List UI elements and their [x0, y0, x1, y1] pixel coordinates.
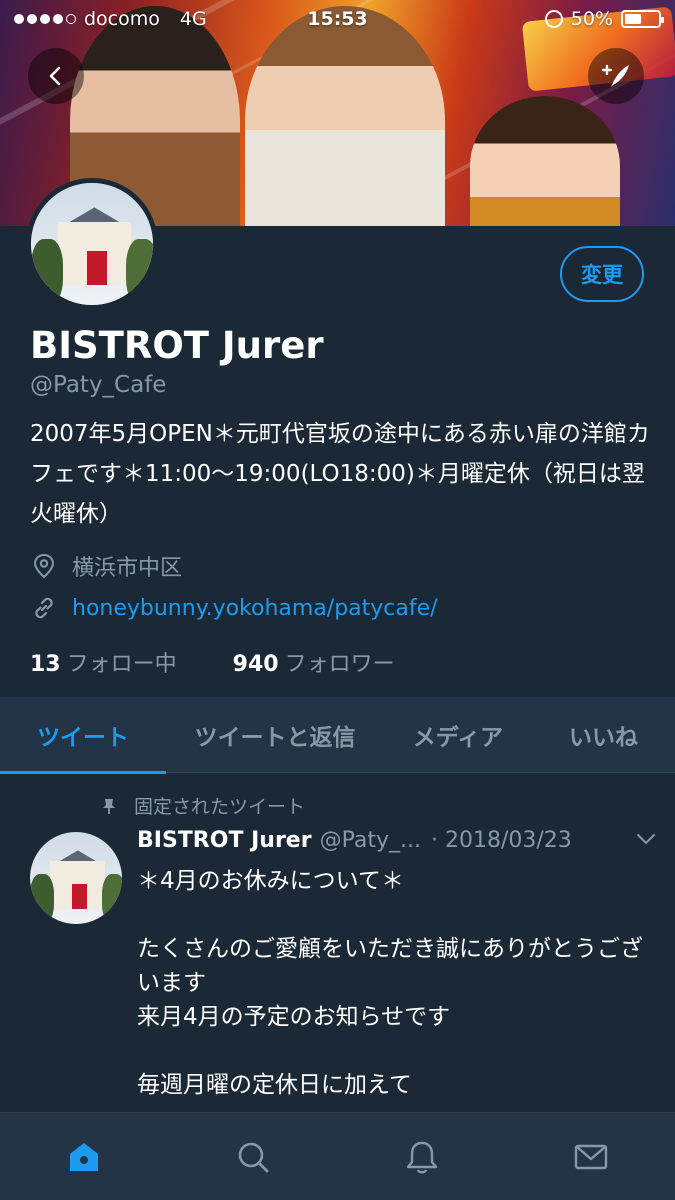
profile-location: 横浜市中区	[30, 550, 182, 582]
compose-icon	[601, 64, 629, 87]
pinned-label: 固定されたツイート	[134, 796, 306, 818]
pin-icon	[103, 798, 115, 814]
profile-avatar[interactable]	[26, 178, 158, 310]
tab-tweets[interactable]: ツイート	[0, 697, 166, 774]
status-bar: docomo 4G 15:53 50%	[0, 0, 675, 38]
nav-messages[interactable]	[506, 1113, 675, 1200]
home-icon	[70, 1142, 99, 1171]
followers-stat[interactable]: 940 フォロワー	[233, 646, 395, 678]
back-button[interactable]	[28, 48, 84, 104]
tweet-header: BISTROT Jurer @Paty_... · 2018/03/23	[137, 828, 657, 853]
tab-media[interactable]: メディア	[384, 697, 532, 773]
nav-home[interactable]	[0, 1113, 169, 1200]
network-type: 4G	[179, 8, 207, 30]
tweet-date: · 2018/03/23	[430, 828, 572, 853]
location-text: 横浜市中区	[72, 556, 183, 581]
tweet-author-name: BISTROT Jurer	[137, 828, 312, 853]
search-icon	[238, 1142, 269, 1172]
profile-name: BISTROT Jurer	[30, 324, 324, 367]
battery-icon	[621, 10, 664, 28]
rotation-lock-icon	[544, 10, 563, 28]
nav-search[interactable]	[169, 1113, 338, 1200]
followers-label: フォロワー	[284, 652, 395, 677]
url-link[interactable]: honeybunny.yokohama/patycafe/	[72, 596, 438, 621]
followers-count: 940	[232, 652, 279, 677]
chevron-left-icon	[49, 66, 61, 86]
tab-tweets-replies[interactable]: ツイートと返信	[166, 697, 384, 773]
profile-tabs: ツイート ツイートと返信 メディア いいね	[0, 697, 675, 774]
banner-person-center	[245, 6, 445, 226]
banner-person-right	[470, 96, 620, 226]
following-count: 13	[30, 652, 61, 677]
tab-likes[interactable]: いいね	[532, 697, 675, 773]
chevron-down-icon[interactable]	[635, 830, 657, 851]
edit-profile-button[interactable]: 変更	[560, 246, 644, 302]
profile-url[interactable]: honeybunny.yokohama/patycafe/	[30, 594, 438, 622]
pinned-indicator: 固定されたツイート	[100, 792, 305, 819]
location-pin-icon	[33, 553, 55, 579]
signal-strength-icon	[14, 14, 76, 24]
nav-notifications[interactable]	[338, 1113, 507, 1200]
following-stat[interactable]: 13 フォロー中	[30, 646, 177, 678]
follow-stats: 13 フォロー中 940 フォロワー	[30, 646, 395, 678]
tweet-author-handle: @Paty_...	[319, 828, 421, 853]
profile-bio: 2007年5月OPEN＊元町代官坂の途中にある赤い扉の洋館カフェです＊11:00…	[30, 421, 650, 527]
bell-icon	[406, 1141, 438, 1173]
following-label: フォロー中	[66, 652, 177, 677]
tweet-avatar[interactable]	[30, 832, 122, 924]
mail-icon	[574, 1144, 607, 1169]
tweet-text[interactable]: ＊4月のお休みについて＊ たくさんのご愛顧をいただき誠にありがとうございます 来…	[137, 864, 657, 1102]
carrier-name: docomo	[84, 8, 160, 30]
link-icon	[35, 597, 53, 619]
battery-percent: 50%	[570, 8, 613, 30]
compose-button[interactable]	[588, 48, 644, 104]
profile-handle: @Paty_Cafe	[30, 372, 167, 398]
bottom-navigation	[0, 1112, 675, 1200]
